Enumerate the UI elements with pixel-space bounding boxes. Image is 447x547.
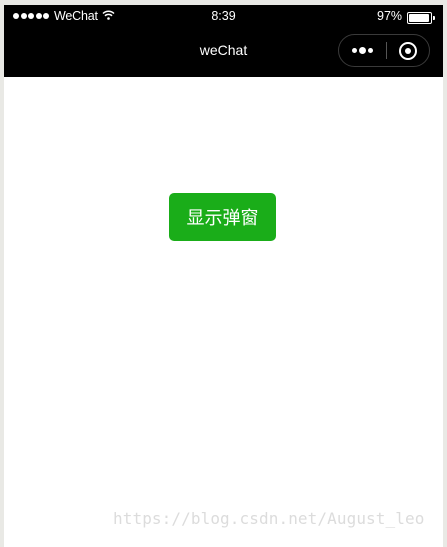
battery-percent: 97% xyxy=(377,9,403,23)
show-popup-button[interactable]: 显示弹窗 xyxy=(169,193,276,241)
watermark-text: https://blog.csdn.net/August_leo xyxy=(113,509,425,528)
battery-fill xyxy=(409,14,430,22)
battery-icon xyxy=(407,12,435,24)
more-dots-icon[interactable] xyxy=(339,35,386,66)
status-bar: WeChat 8:39 97% xyxy=(4,5,443,27)
page-content: 显示弹窗 xyxy=(4,77,443,547)
close-miniprogram-button[interactable] xyxy=(387,35,429,66)
top-bar: WeChat 8:39 97% weChat xyxy=(4,5,443,77)
phone-screen: WeChat 8:39 97% weChat 显示弹窗 xyxy=(4,5,443,547)
capsule-menu xyxy=(338,34,430,67)
target-circle-icon xyxy=(399,41,417,60)
